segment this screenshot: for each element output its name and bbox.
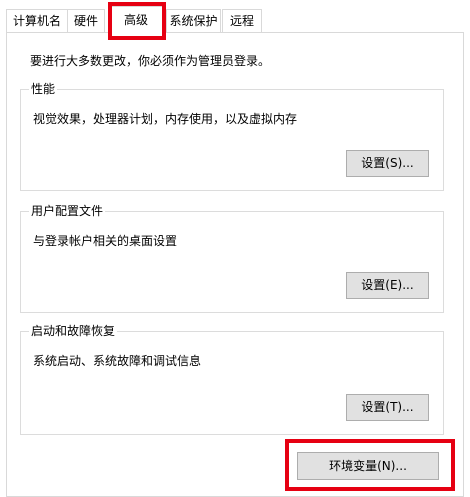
tab-advanced[interactable]: 高级 bbox=[109, 6, 163, 34]
tab-label: 硬件 bbox=[73, 14, 98, 28]
startup-recovery-description: 系统启动、系统故障和调试信息 bbox=[33, 354, 202, 368]
performance-title: 性能 bbox=[29, 81, 58, 97]
user-profiles-title: 用户配置文件 bbox=[29, 203, 106, 219]
user-profiles-settings-button[interactable]: 设置(E)... bbox=[346, 272, 429, 299]
startup-recovery-settings-button[interactable]: 设置(T)... bbox=[346, 394, 429, 421]
startup-recovery-group: 启动和故障恢复 系统启动、系统故障和调试信息 设置(T)... bbox=[20, 323, 444, 435]
tab-computer-name[interactable]: 计算机名 bbox=[6, 9, 68, 33]
tab-hardware[interactable]: 硬件 bbox=[67, 9, 105, 33]
user-profiles-description: 与登录帐户相关的桌面设置 bbox=[33, 234, 178, 248]
tab-label: 系统保护 bbox=[169, 14, 218, 28]
environment-variables-button[interactable]: 环境变量(N)... bbox=[297, 452, 439, 480]
tab-remote[interactable]: 远程 bbox=[222, 9, 262, 33]
tab-label: 计算机名 bbox=[12, 14, 61, 28]
performance-settings-button[interactable]: 设置(S)... bbox=[346, 150, 429, 177]
tab-system-protection[interactable]: 系统保护 bbox=[166, 9, 221, 33]
performance-description: 视觉效果，处理器计划，内存使用，以及虚拟内存 bbox=[33, 112, 298, 126]
tab-strip: 计算机名 硬件 高级 系统保护 远程 bbox=[0, 0, 470, 34]
user-profiles-group: 用户配置文件 与登录帐户相关的桌面设置 设置(E)... bbox=[20, 203, 444, 313]
admin-notice: 要进行大多数更改，你必须作为管理员登录。 bbox=[30, 54, 271, 68]
tab-label: 高级 bbox=[123, 13, 148, 27]
startup-recovery-title: 启动和故障恢复 bbox=[29, 323, 118, 339]
performance-group: 性能 视觉效果，处理器计划，内存使用，以及虚拟内存 设置(S)... bbox=[20, 81, 444, 191]
tab-label: 远程 bbox=[229, 14, 254, 28]
